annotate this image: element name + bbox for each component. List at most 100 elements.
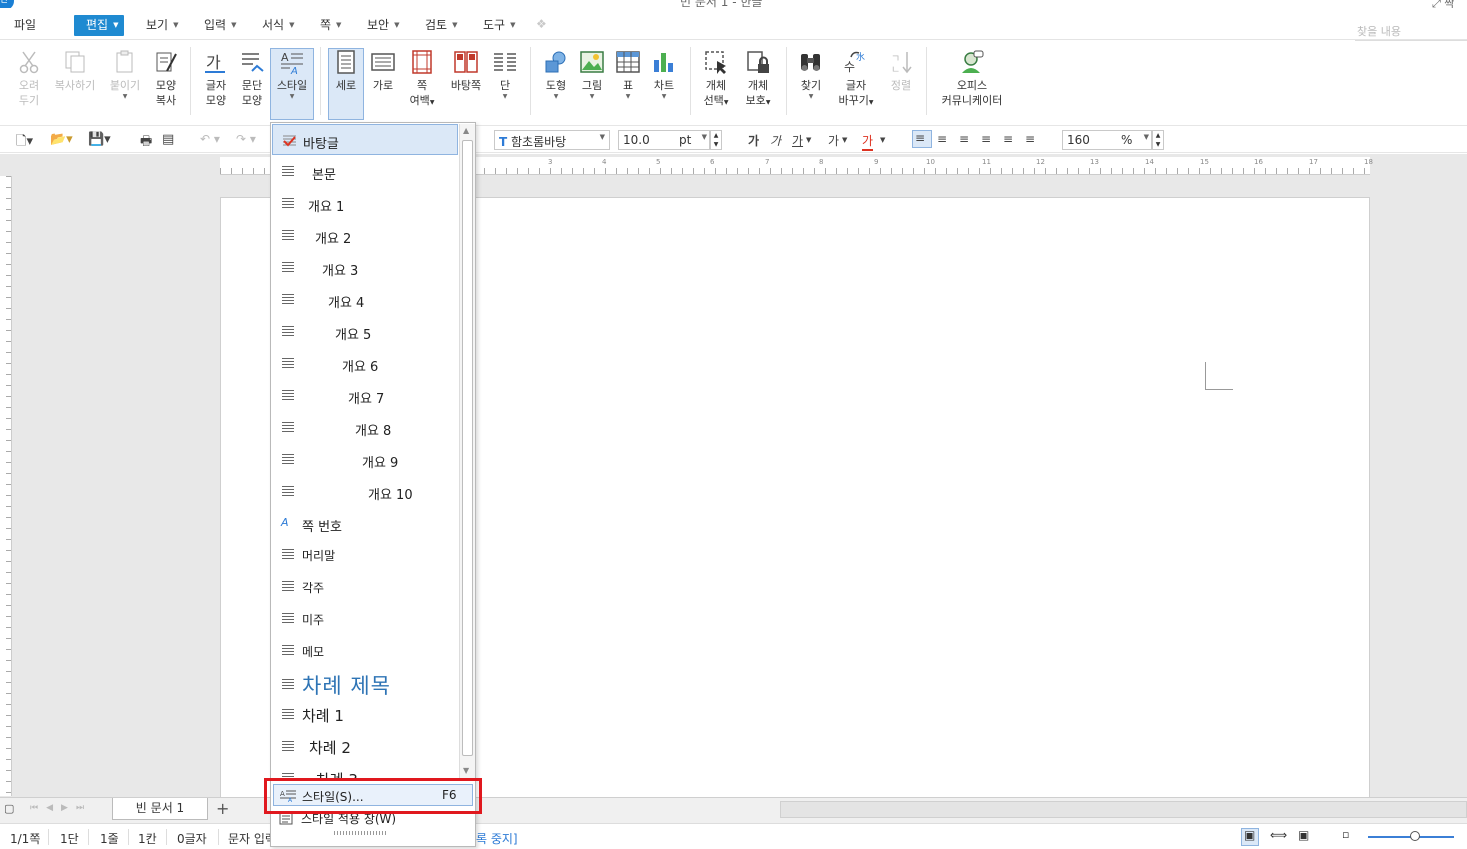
shape-button[interactable]: 도형 ▼ xyxy=(540,49,572,101)
style-item-label: 개요 10 xyxy=(368,488,413,503)
style-item-page-number[interactable]: A 쪽 번호 xyxy=(272,508,458,539)
copy-button[interactable]: 복사하기 xyxy=(52,49,98,93)
menu-review[interactable]: 검토 ▼ xyxy=(425,16,457,33)
style-list-scrollbar[interactable]: ▲ ▼ xyxy=(459,124,475,780)
style-item-outline-2[interactable]: 개요 2 xyxy=(272,220,458,251)
column-button[interactable]: 단 ▼ xyxy=(490,49,520,101)
char-shape-button[interactable]: 가 글자 모양 xyxy=(198,49,234,108)
chart-button[interactable]: 차트 ▼ xyxy=(648,49,680,101)
style-item-memo[interactable]: 메모 xyxy=(272,635,458,666)
para-shape-button[interactable]: 문단 모양 xyxy=(234,49,270,108)
vertical-orientation-button[interactable]: 세로 xyxy=(330,49,362,93)
style-item-outline-5[interactable]: 개요 5 xyxy=(272,316,458,347)
background-page-button[interactable]: 바탕쪽 xyxy=(446,49,486,93)
redo-icon[interactable]: ↷ ▾ xyxy=(236,132,256,146)
status-track-changes[interactable]: 록 중지] xyxy=(476,830,518,847)
line-spacing-spinner[interactable]: ▲ ▼ xyxy=(1152,130,1164,150)
divide-icon[interactable]: ≡ xyxy=(1025,132,1035,146)
chevron-down-icon[interactable]: ▼ xyxy=(806,136,811,144)
web-view-icon[interactable]: ⟺ xyxy=(1270,828,1287,842)
style-item-outline-6[interactable]: 개요 6 xyxy=(272,348,458,379)
font-size-input[interactable]: 10.0 pt ▼ xyxy=(618,130,710,150)
style-item-outline-9[interactable]: 개요 9 xyxy=(272,444,458,475)
char-replace-button[interactable]: 수水 글자 바꾸기▼ xyxy=(834,49,878,110)
strike-button[interactable]: 가 xyxy=(828,132,839,149)
menu-tools[interactable]: 도구 ▼ xyxy=(483,16,515,33)
bold-button[interactable]: 가 xyxy=(748,132,759,149)
menu-insert[interactable]: 입력 ▼ xyxy=(204,16,236,33)
style-item-outline-10[interactable]: 개요 10 xyxy=(272,476,458,507)
dropdown-resize-grip[interactable] xyxy=(334,831,388,835)
style-item-header[interactable]: 머리말 xyxy=(272,539,458,570)
italic-button[interactable]: 가 xyxy=(770,132,781,149)
menu-format[interactable]: 서식 ▼ xyxy=(262,16,294,33)
preview-icon[interactable]: ▤ xyxy=(162,132,174,147)
scrollbar-thumb[interactable] xyxy=(462,140,473,756)
paragraph-style-icon xyxy=(282,326,294,337)
office-communicator-button[interactable]: 오피스 커뮤니케이터 xyxy=(934,49,1010,108)
style-item-outline-8[interactable]: 개요 8 xyxy=(272,412,458,443)
menu-file[interactable]: 파일 xyxy=(14,16,36,33)
line-spacing-input[interactable]: 160 % ▼ xyxy=(1062,130,1152,150)
font-select[interactable]: T 함초롬바탕 ▼ xyxy=(494,130,610,150)
style-button[interactable]: AA 스타일 ▼ xyxy=(272,49,312,101)
scroll-down-icon[interactable]: ▼ xyxy=(463,766,469,775)
zoom-fit-icon[interactable]: ▫ xyxy=(1342,828,1349,841)
ribbon-toolbar: 오려 두기 복사하기 붙이기 ▼ 모양 복사 가 글자 모양 문단 모양 AA 스타일 ▼ … xyxy=(0,41,1467,123)
horizontal-scrollbar[interactable] xyxy=(780,801,1467,818)
zoom-slider-thumb[interactable] xyxy=(1410,831,1420,841)
vertical-ruler[interactable] xyxy=(0,176,12,796)
tab-nav-arrows[interactable]: ⏮◀▶⏭ xyxy=(30,803,92,813)
table-button[interactable]: 표 ▼ xyxy=(612,49,644,101)
search-input[interactable]: 찾을 내용 xyxy=(1355,19,1467,41)
paste-button[interactable]: 붙이기 ▼ xyxy=(106,49,144,101)
style-item-toc-1[interactable]: 차례 1 xyxy=(272,699,458,730)
underline-button[interactable]: 가 xyxy=(792,132,803,149)
style-item-endnote[interactable]: 미주 xyxy=(272,603,458,634)
menu-page[interactable]: 쪽 ▼ xyxy=(320,16,341,33)
style-item-footnote[interactable]: 각주 xyxy=(272,571,458,602)
style-item-label: 본문 xyxy=(312,168,336,183)
save-icon[interactable]: 💾▾ xyxy=(88,132,111,147)
page-margin-button[interactable]: 쪽 여백▼ xyxy=(404,49,440,110)
window-controls[interactable]: ⤢ 짝 xyxy=(1432,0,1454,8)
tab-blank-document[interactable]: 빈 문서 1 xyxy=(112,798,208,820)
style-item-outline-1[interactable]: 개요 1 xyxy=(272,188,458,219)
format-copy-button[interactable]: 모양 복사 xyxy=(148,49,184,108)
menu-view[interactable]: 보기 ▼ xyxy=(146,16,178,33)
undo-icon[interactable]: ↶ ▾ xyxy=(200,132,220,146)
chevron-down-icon[interactable]: ▼ xyxy=(880,136,885,144)
align-right-icon[interactable]: ≡ xyxy=(981,132,991,146)
font-color-button[interactable]: 가 xyxy=(862,132,874,151)
align-center-icon[interactable]: ≡ xyxy=(959,132,969,146)
new-document-icon[interactable]: 🗋▾ xyxy=(16,132,33,154)
style-item-toc-title[interactable]: 차례 제목 xyxy=(272,667,458,698)
object-select-button[interactable]: 개체 선택▼ xyxy=(698,49,734,110)
style-item-outline-4[interactable]: 개요 4 xyxy=(272,284,458,315)
style-item-outline-7[interactable]: 개요 7 xyxy=(272,380,458,411)
ribbon-help-icon[interactable]: ❖ xyxy=(536,17,547,31)
object-protect-button[interactable]: 개체 보호▼ xyxy=(740,49,776,110)
style-item-batanggeul[interactable]: 바탕글 xyxy=(272,124,458,155)
horizontal-orientation-button[interactable]: 가로 xyxy=(366,49,400,93)
scroll-up-icon[interactable]: ▲ xyxy=(463,126,469,135)
menu-edit[interactable]: 편집 ▼ xyxy=(74,15,125,36)
menu-security[interactable]: 보안 ▼ xyxy=(367,16,399,33)
style-item-outline-3[interactable]: 개요 3 xyxy=(272,252,458,283)
chevron-down-icon: ▼ xyxy=(765,99,771,106)
font-size-spinner[interactable]: ▲ ▼ xyxy=(710,130,722,150)
print-icon[interactable]: 🖶 xyxy=(140,132,152,154)
style-item-body[interactable]: 본문 xyxy=(272,156,458,187)
add-tab-button[interactable]: + xyxy=(216,799,229,818)
align-left-icon[interactable]: ≡ xyxy=(937,132,947,146)
style-item-toc-2[interactable]: 차례 2 xyxy=(272,731,458,762)
find-button[interactable]: 찾기 ▼ xyxy=(794,49,828,101)
tab-list-icon[interactable]: ▢ xyxy=(4,802,14,815)
chevron-down-icon[interactable]: ▼ xyxy=(842,136,847,144)
page-view-icon[interactable]: ▣ xyxy=(1298,828,1309,842)
cut-button[interactable]: 오려 두기 xyxy=(12,49,46,108)
distribute-icon[interactable]: ≡ xyxy=(1003,132,1013,146)
picture-button[interactable]: 그림 ▼ xyxy=(576,49,608,101)
open-folder-icon[interactable]: 📂▾ xyxy=(50,132,73,147)
sort-button[interactable]: ㄱㄴ 정렬 xyxy=(884,49,918,93)
